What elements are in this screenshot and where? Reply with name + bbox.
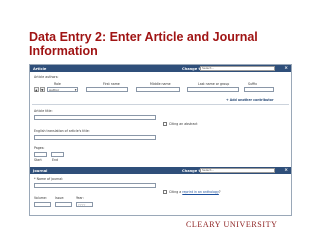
role-select[interactable]: Author <box>47 87 78 92</box>
citing-abstract-checkbox[interactable] <box>163 122 167 126</box>
end-label: End <box>52 158 59 162</box>
translation-input[interactable] <box>34 135 156 140</box>
article-section-bar: Article Change to: Select... × <box>30 65 291 72</box>
volume-label: Volume: <box>34 196 47 200</box>
column-first-name: First name <box>103 81 120 86</box>
suffix-input[interactable] <box>244 87 274 92</box>
move-up-button[interactable]: ▲ <box>34 87 39 92</box>
citing-reprint-suffix: ? <box>218 190 221 194</box>
end-page-input[interactable] <box>51 152 64 157</box>
journal-name-input[interactable] <box>34 183 156 188</box>
reprint-anthology-link[interactable]: reprint in an anthology <box>182 190 219 194</box>
journal-name-label: * Name of journal: <box>34 177 64 181</box>
citing-abstract-label: Citing an abstract <box>169 122 198 126</box>
translation-label: English translation of article's title: <box>34 129 90 133</box>
start-label: Start <box>34 158 42 162</box>
article-title-input[interactable] <box>34 115 156 120</box>
cleary-university-logo: CLEARY UNIVERSITY <box>186 220 278 229</box>
article-change-to-select[interactable]: Select... <box>200 66 275 71</box>
start-page-input[interactable] <box>34 152 47 157</box>
column-suffix: Suffix <box>248 81 258 86</box>
divider <box>32 104 289 105</box>
close-icon[interactable]: × <box>284 168 288 173</box>
journal-change-to-select[interactable]: Select... <box>200 168 275 173</box>
move-down-button[interactable]: ▼ <box>40 87 45 92</box>
citing-reprint-prefix: Citing a <box>169 190 182 194</box>
citing-reprint-text: Citing a reprint in an anthology? <box>169 190 221 194</box>
middle-name-input[interactable] <box>136 87 180 92</box>
arrow-up-icon: ▲ <box>35 88 38 92</box>
year-input[interactable]: YYYY <box>76 202 93 207</box>
column-role: Role <box>54 81 61 86</box>
form-screenshot: Article Change to: Select... × Article a… <box>29 64 292 216</box>
pages-label: Pages: <box>34 146 45 150</box>
journal-section-title: Journal <box>33 168 48 173</box>
first-name-input[interactable] <box>86 87 128 92</box>
last-name-input[interactable] <box>187 87 239 92</box>
close-icon[interactable]: × <box>284 66 288 71</box>
column-middle-name: Middle name <box>150 81 171 86</box>
citing-reprint-checkbox[interactable] <box>163 190 167 194</box>
column-last-name: Last name or group <box>198 81 230 86</box>
add-contributor-label: Add another contributor <box>229 98 274 102</box>
article-authors-label: Article authors: <box>34 75 59 79</box>
article-section-title: Article <box>33 66 47 71</box>
article-title-label: Article title: <box>34 109 53 113</box>
issue-input[interactable] <box>55 202 72 207</box>
issue-label: Issue: <box>55 196 65 200</box>
year-label: Year: <box>76 196 84 200</box>
add-contributor-link[interactable]: + Add another contributor <box>226 98 274 102</box>
slide-title: Data Entry 2: Enter Article and Journal … <box>29 30 258 58</box>
arrow-down-icon: ▼ <box>41 88 44 92</box>
journal-section-bar: Journal Change to: Select... × <box>30 167 291 174</box>
volume-input[interactable] <box>34 202 51 207</box>
